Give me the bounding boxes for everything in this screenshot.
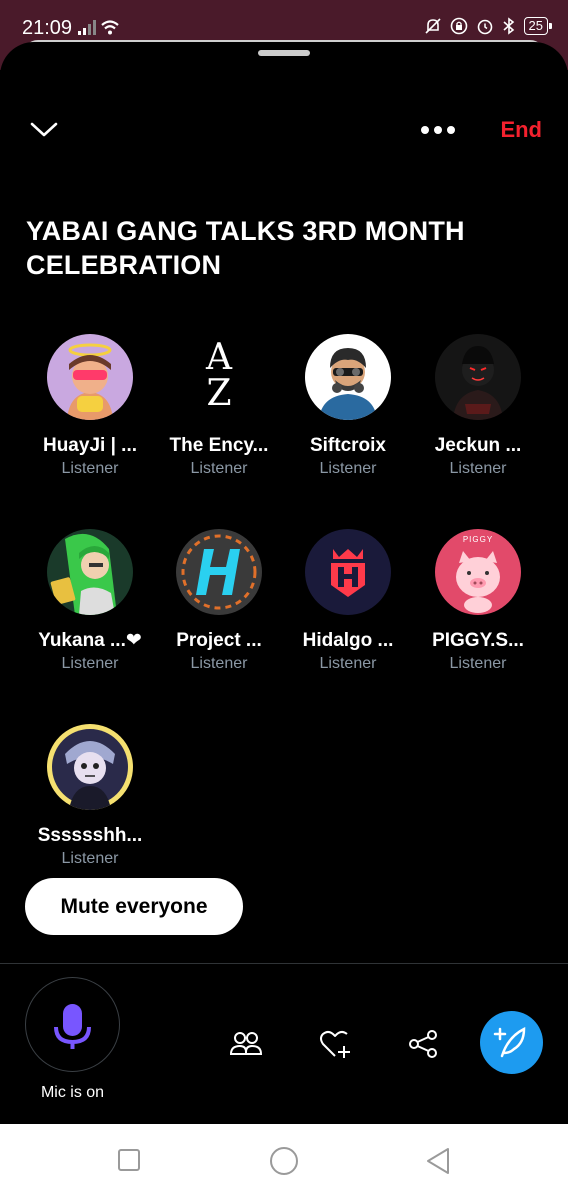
bluetooth-icon	[502, 17, 514, 35]
back-triangle-icon[interactable]	[424, 1146, 452, 1176]
end-space-button[interactable]: End	[500, 117, 542, 143]
avatar	[176, 529, 262, 615]
battery-indicator: 25	[523, 17, 553, 35]
drag-handle[interactable]	[258, 50, 310, 56]
participant-role: Listener	[61, 850, 119, 867]
participant-name: Hidalgo ...	[302, 630, 394, 651]
participant-2[interactable]: A Z The Ency... Listener	[159, 334, 279, 480]
participant-name: PIGGY.S...	[432, 630, 524, 651]
avatar	[47, 529, 133, 615]
avatar: PIGGY	[435, 529, 521, 615]
participant-role: Listener	[319, 655, 377, 672]
participant-name: Yukana ...❤	[38, 630, 142, 651]
chevron-down-icon[interactable]	[28, 118, 60, 140]
participant-role: Listener	[61, 460, 119, 477]
status-time: 21:09	[22, 17, 73, 39]
avatar	[305, 529, 391, 615]
participant-6[interactable]: Project ... Listener	[159, 529, 279, 675]
toolbar-divider	[0, 963, 568, 964]
participant-3[interactable]: Siftcroix Listener	[288, 334, 408, 480]
signal-wifi-icon	[78, 20, 119, 35]
space-title: YABAI GANG TALKS 3RD MONTH CELEBRATION	[26, 216, 465, 280]
participant-name: Project ...	[176, 630, 262, 651]
participant-5[interactable]: Yukana ...❤ Listener	[30, 529, 150, 675]
status-bar: 21:09 25	[0, 0, 568, 42]
heart-plus-icon[interactable]	[317, 1026, 353, 1062]
silent-bell-icon	[424, 18, 441, 34]
avatar	[305, 334, 391, 420]
participant-7[interactable]: Hidalgo ... Listener	[288, 529, 408, 675]
alarm-icon	[477, 19, 492, 35]
participant-9[interactable]: Sssssshh... Listener	[30, 724, 150, 870]
participant-4[interactable]: Jeckun ... Listener	[418, 334, 538, 480]
avatar	[47, 724, 133, 810]
system-navigation-bar	[0, 1124, 568, 1200]
mic-button[interactable]	[25, 977, 120, 1072]
more-options-icon[interactable]	[420, 124, 456, 136]
compose-tweet-button[interactable]	[480, 1011, 543, 1074]
participant-name: Sssssshh...	[37, 825, 143, 846]
compose-feather-icon	[493, 1026, 526, 1058]
lock-circle-icon	[450, 17, 467, 35]
participant-name: HuayJi | ...	[42, 435, 138, 456]
microphone-icon	[53, 1003, 91, 1049]
avatar-logo-text: A Z	[206, 337, 232, 414]
participant-name: Jeckun ...	[434, 435, 522, 456]
participant-8[interactable]: PIGGY PIGGY.S... Listener	[418, 529, 538, 675]
participant-role: Listener	[319, 460, 377, 477]
share-icon[interactable]	[405, 1026, 441, 1062]
participant-role: Listener	[449, 655, 507, 672]
avatar: A Z	[176, 334, 262, 420]
participant-role: Listener	[190, 460, 248, 477]
avatar	[435, 334, 521, 420]
participant-name: Siftcroix	[309, 435, 387, 456]
people-icon[interactable]	[228, 1026, 264, 1062]
participant-role: Listener	[190, 655, 248, 672]
mic-status-label: Mic is on	[40, 1084, 105, 1101]
participant-1[interactable]: HuayJi | ... Listener	[30, 334, 150, 480]
participant-role: Listener	[61, 655, 119, 672]
recents-square-icon[interactable]	[117, 1146, 141, 1174]
mute-everyone-button[interactable]: Mute everyone	[25, 878, 243, 935]
participant-name: The Ency...	[169, 435, 269, 456]
home-circle-icon[interactable]	[268, 1146, 300, 1178]
avatar-logo-text: PIGGY	[462, 535, 494, 544]
avatar	[47, 334, 133, 420]
participant-role: Listener	[449, 460, 507, 477]
